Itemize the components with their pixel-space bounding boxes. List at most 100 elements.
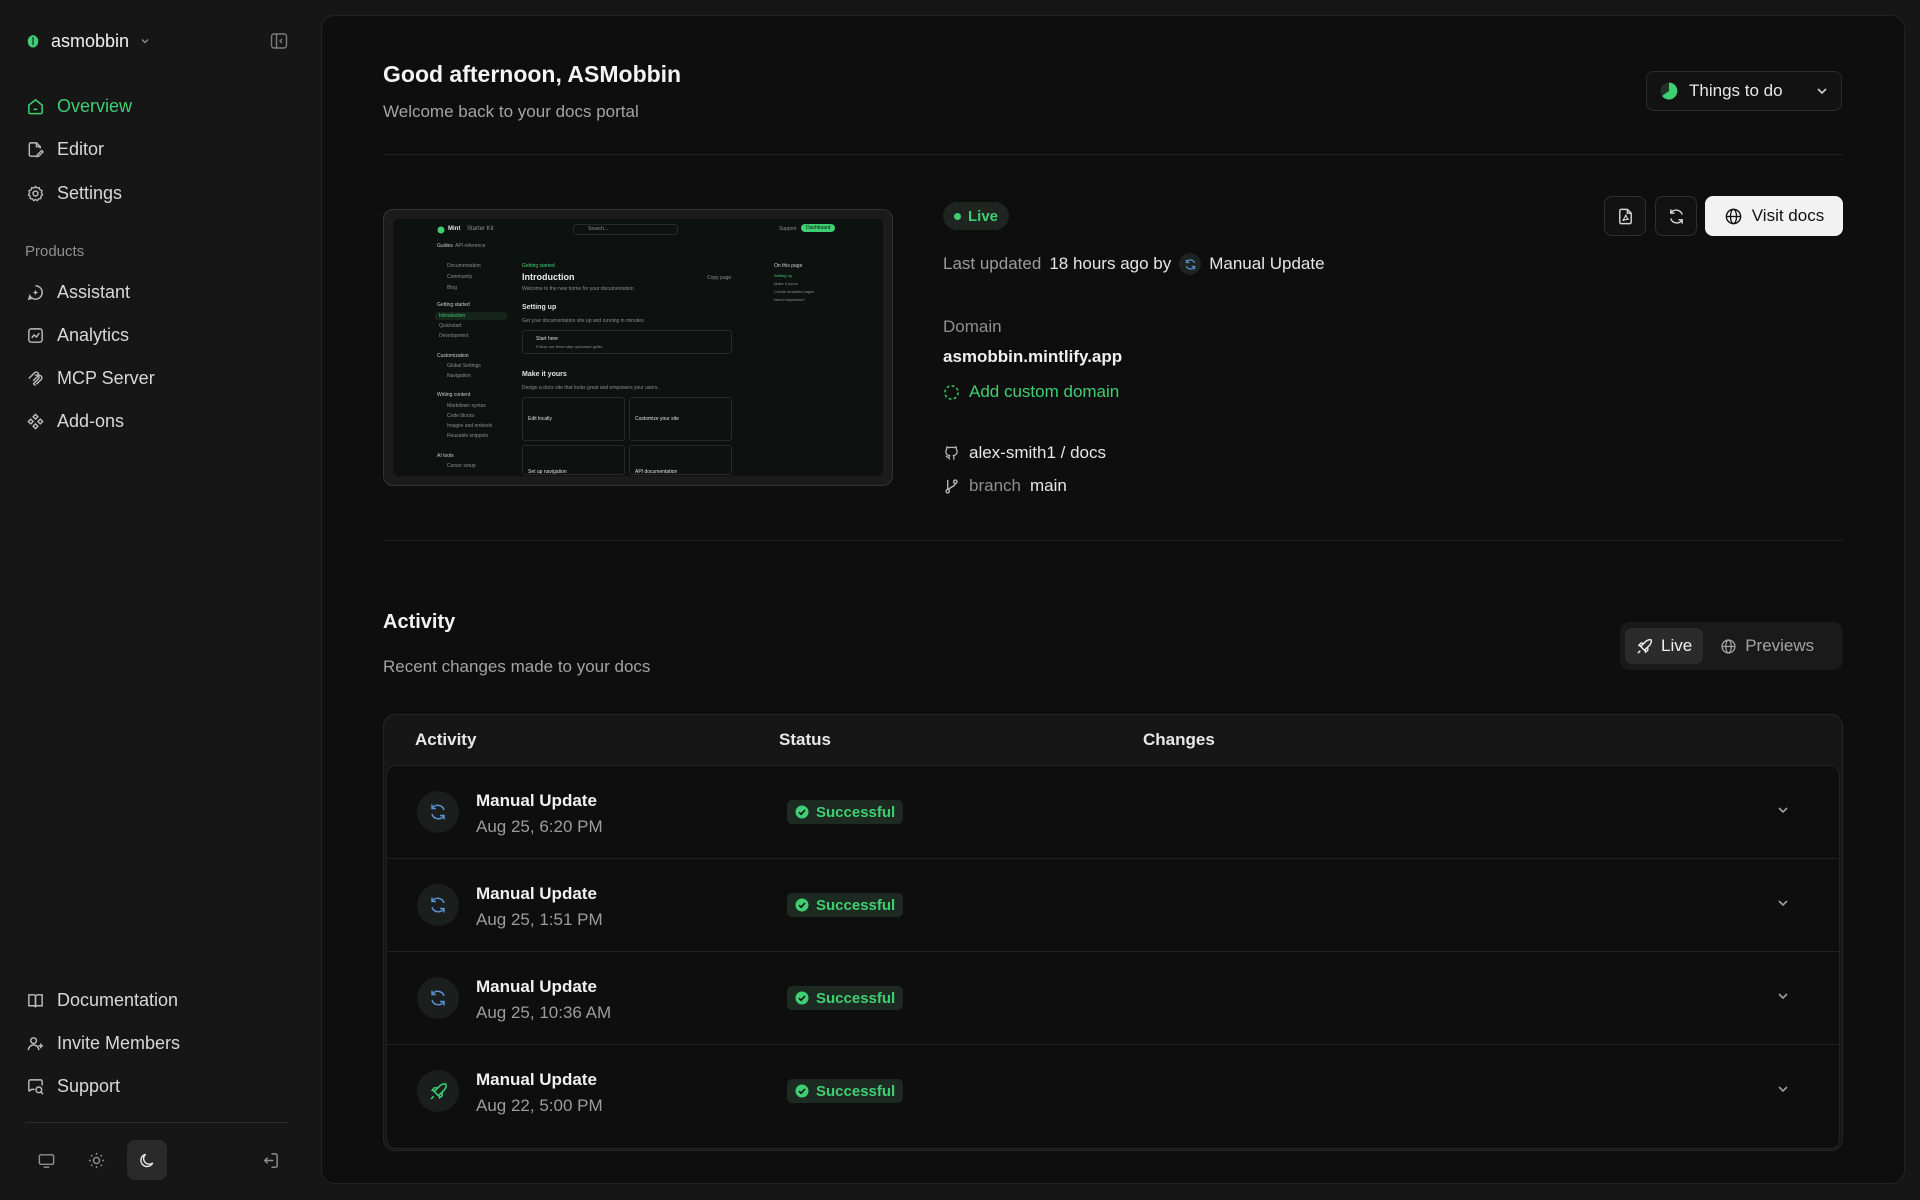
live-status-badge: Live <box>943 202 1010 230</box>
preview-page-sub: Welcome to the new home for your documen… <box>522 286 634 292</box>
sidebar-item-documentation[interactable]: Documentation <box>25 985 285 1015</box>
globe-icon <box>1725 208 1742 224</box>
chevron-down-icon <box>1815 84 1829 98</box>
repository-name: alex-smith1 / docs <box>969 443 1106 462</box>
domain-value[interactable]: asmobbin.mintlify.app <box>943 347 1122 367</box>
preview-text: Get your documentation site up and runni… <box>522 318 645 324</box>
status-badge: Successful <box>787 986 904 1010</box>
sidebar-item-add-ons[interactable]: Add-ons <box>25 406 285 436</box>
chevron-down-icon <box>139 35 151 47</box>
check-circle-icon <box>795 805 809 819</box>
branch-label: branch <box>969 476 1021 495</box>
status-badge: Successful <box>787 1079 904 1103</box>
add-custom-domain-link[interactable]: Add custom domain <box>943 382 1119 402</box>
row-date: Aug 25, 1:51 PM <box>476 910 603 929</box>
tab-previews[interactable]: Previews <box>1709 628 1825 664</box>
monitor-icon <box>38 1153 54 1168</box>
sidebar-item-support[interactable]: Support <box>25 1071 285 1101</box>
preview-nav-item: Documentation <box>447 263 481 269</box>
logout-button[interactable] <box>250 1140 290 1180</box>
table-row[interactable]: Manual Update Aug 25, 6:20 PM Successful <box>387 766 1839 859</box>
theme-system-button[interactable] <box>26 1140 66 1180</box>
sidebar-item-mcp-server[interactable]: MCP Server <box>25 363 285 393</box>
file-pdf-icon <box>1618 208 1632 224</box>
preview-heading: Make it yours <box>522 371 567 378</box>
preview-nav-item: Navigation <box>447 373 471 379</box>
redeploy-button[interactable] <box>1655 196 1697 236</box>
git-branch-icon <box>943 478 960 495</box>
check-circle-icon <box>795 991 809 1005</box>
table-row[interactable]: Manual Update Aug 25, 1:51 PM Successful <box>387 859 1839 952</box>
things-to-do-button[interactable]: Things to do <box>1646 71 1842 111</box>
main-panel: Good afternoon, ASMobbin Welcome back to… <box>321 15 1905 1184</box>
mint-logo-icon <box>25 33 41 49</box>
analytics-icon <box>25 325 45 345</box>
preview-toc-item: Need inspiration? <box>774 297 806 302</box>
preview-section: Customization <box>437 353 469 359</box>
table-row[interactable]: Manual Update Aug 25, 10:36 AM Successfu… <box>387 952 1839 1045</box>
preview-toc-item: Setting up <box>774 273 793 278</box>
add-custom-domain-label: Add custom domain <box>969 382 1120 401</box>
theme-dark-button[interactable] <box>127 1140 167 1180</box>
preview-card-title: API documentation <box>635 469 678 475</box>
live-status-label: Live <box>968 207 999 225</box>
preview-support: Support <box>779 226 797 232</box>
preview-toc-item: Make it yours <box>774 281 798 286</box>
visit-docs-button[interactable]: Visit docs <box>1705 196 1843 236</box>
row-title: Manual Update <box>476 884 597 903</box>
rocket-icon <box>1636 638 1653 655</box>
row-title: Manual Update <box>476 791 597 810</box>
addons-icon <box>25 411 45 431</box>
sidebar-item-invite-members[interactable]: Invite Members <box>25 1028 285 1058</box>
refresh-icon <box>1179 253 1202 275</box>
workspace-switcher[interactable]: asmobbin <box>25 28 151 54</box>
table-row[interactable]: Manual Update Aug 22, 5:00 PM Successful <box>387 1045 1839 1138</box>
preview-section: Writing content <box>437 392 471 398</box>
preview-nav-item: Introduction <box>439 313 466 319</box>
users-icon <box>25 1033 45 1053</box>
row-title: Manual Update <box>476 1070 597 1089</box>
sidebar-item-overview[interactable]: Overview <box>25 91 285 121</box>
expand-row-button[interactable] <box>1775 895 1791 911</box>
visit-docs-label: Visit docs <box>1751 206 1825 225</box>
docs-preview-thumbnail[interactable]: Mint Starter Kit Search... Support Dashb… <box>383 209 893 486</box>
expand-row-button[interactable] <box>1775 988 1791 1004</box>
row-title: Manual Update <box>476 977 597 996</box>
sidebar-item-label: Analytics <box>57 324 130 345</box>
gear-icon <box>25 183 45 203</box>
preview-nav-item: Blog <box>447 285 458 291</box>
repository-link[interactable]: alex-smith1 / docs <box>943 443 1106 463</box>
sidebar-item-editor[interactable]: Editor <box>25 134 285 164</box>
preview-nav-item: Quickstart <box>439 323 462 329</box>
preview-nav-item: Community <box>447 274 473 280</box>
tab-label: Previews <box>1745 636 1815 655</box>
theme-light-button[interactable] <box>76 1140 116 1180</box>
logout-icon <box>263 1152 278 1168</box>
sidebar-item-label: Assistant <box>57 281 131 302</box>
export-pdf-button[interactable] <box>1604 196 1646 236</box>
collapse-sidebar-button[interactable] <box>268 30 290 52</box>
sidebar-item-settings[interactable]: Settings <box>25 178 285 208</box>
refresh-icon <box>417 977 459 1019</box>
chevron-down-icon <box>1778 900 1788 907</box>
sidebar-collapse-icon <box>270 33 288 49</box>
preview-section: AI tools <box>437 453 454 459</box>
globe-icon <box>1720 638 1737 655</box>
expand-row-button[interactable] <box>1775 802 1791 818</box>
chevron-down-icon <box>1778 1086 1788 1093</box>
live-dot-icon <box>954 212 961 220</box>
preview-heading: Setting up <box>522 304 557 311</box>
book-icon <box>25 990 45 1010</box>
sidebar-item-assistant[interactable]: Assistant <box>25 277 285 307</box>
preview-nav-item: Cursor setup <box>447 463 476 469</box>
tab-live[interactable]: Live <box>1625 628 1704 664</box>
docs-preview-screen: Mint Starter Kit Search... Support Dashb… <box>393 219 883 476</box>
domain-label: Domain <box>943 317 1002 336</box>
expand-row-button[interactable] <box>1775 1081 1791 1097</box>
branch-info: branch main <box>943 476 1067 496</box>
sidebar-item-analytics[interactable]: Analytics <box>25 320 285 350</box>
last-updated: Last updated 18 hours ago by Manual Upda… <box>943 253 1325 275</box>
last-updated-label: Last updated <box>943 254 1042 273</box>
sun-icon <box>88 1152 104 1168</box>
workspace-name: asmobbin <box>51 30 130 51</box>
